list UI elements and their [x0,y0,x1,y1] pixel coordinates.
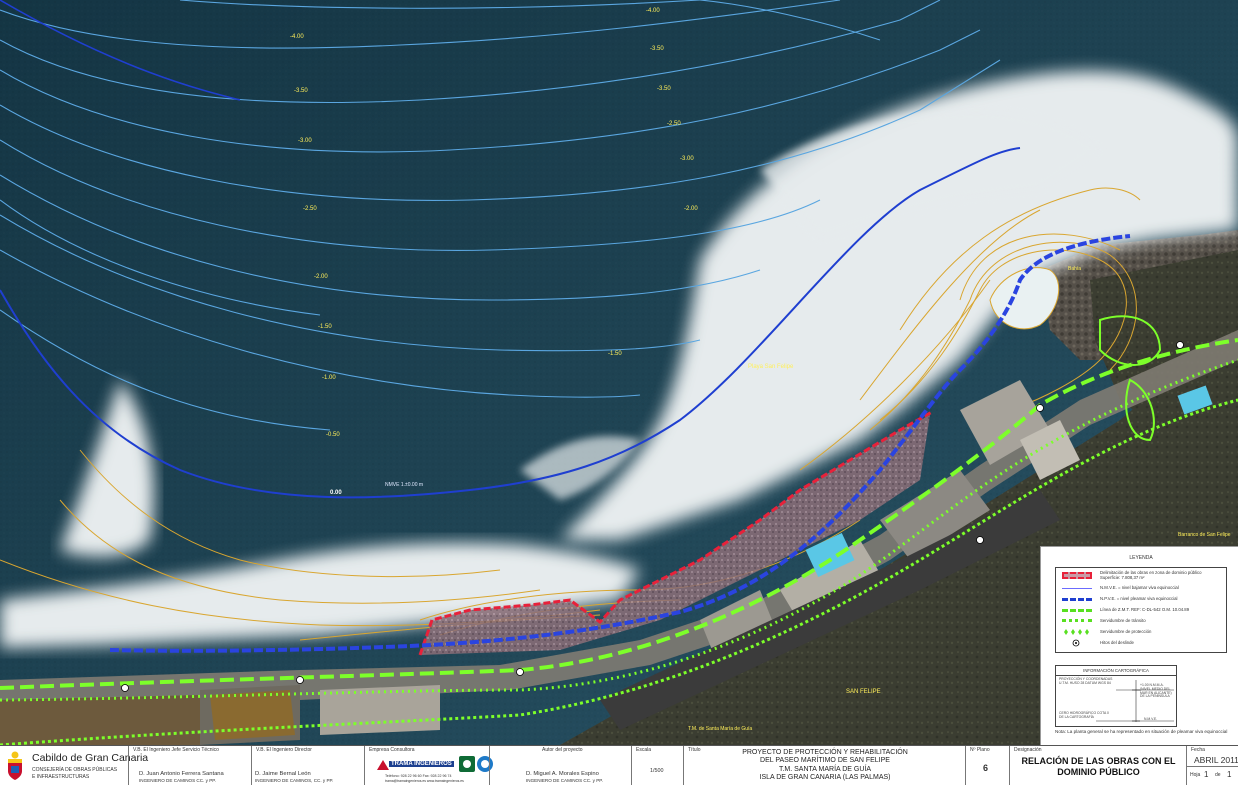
legend-text: Superficie: 7.808,37 m² [1100,575,1145,580]
depth-label: -2.00 [684,206,698,212]
legend-text: Línea de Z.M.T. REF: C-DL-542 O.M. 10.04… [1100,606,1190,612]
vb-jefe-title: INGENIERO DE CAMINOS CC. y PP. [139,778,217,783]
org-sub2: E INFRAESTRUCTURAS [32,774,90,780]
legend-text: Servidumbre de tránsito [1100,617,1146,623]
trama-logo-icon [377,760,389,770]
depth-label: -3.50 [650,46,664,52]
depth-label: -4.00 [290,34,304,40]
place-bahia: Bahía [1068,266,1081,272]
vb-jefe-name: D. Juan Antonio Ferrera Santana [139,771,224,777]
fecha-label: Fecha [1191,747,1205,753]
hoja-label: Hoja [1190,772,1201,778]
place-playa: Playa San Felipe [748,364,794,370]
legend-text: Servidumbre de protección [1100,628,1152,634]
depth-label: -1.50 [608,351,622,357]
empresa-cell: Empresa Consultora TRAMA INGENIEROS Telé… [364,746,493,785]
titulo-line4: ISLA DE GRAN CANARIA (LAS PALMAS) [759,774,891,782]
org-sub1: CONSEJERÍA DE OBRAS PÚBLICAS [32,767,118,773]
circle-dot-icon [1060,639,1096,647]
thin-line-icon [1060,584,1096,592]
hoja-total: 1 [1227,770,1232,779]
depth-label: -2.50 [667,121,681,127]
map-legend: LEYENDA Delimitación de las obras en zon… [1040,546,1238,746]
legend-title: LEYENDA [1129,555,1153,561]
depth-label: -3.50 [657,86,671,92]
escala-label: Escala [636,747,652,753]
vb-director-label: V.B. El Ingeniero Director [256,747,312,753]
designacion-line1: RELACIÓN DE LAS OBRAS CON EL [1021,756,1176,766]
autor-label: Autor del proyecto [542,747,583,753]
titulo-cell: Título PROYECTO DE PROTECCIÓN Y REHABILI… [683,746,965,785]
vb-director-title: INGENIERO DE CAMINOS, CC. y PP. [255,778,334,783]
legend-text: N.P.V.E. = nivel pleamar viva equinoccia… [1100,595,1178,601]
empresa-label: Empresa Consultora [369,747,415,753]
legend-item: N.P.V.E. = nivel pleamar viva equinoccia… [1060,595,1178,603]
nplano-label: Nº Plano [970,747,990,753]
titulo-line2: DEL PASEO MARÍTIMO DE SAN FELIPE [760,757,890,765]
vb-director-cell: V.B. El Ingeniero Director D. Jaime Bern… [251,746,364,785]
green-dot-icon [1060,617,1096,625]
empresa-contact: Teléfono: 928 22 96 60 Fax: 928 22 96 74 [385,774,452,778]
vb-jefe-label: V.B. El Ingeniero Jefe Servicio Técnico [133,747,219,753]
legend-item: Hitos del deslinde [1060,639,1134,647]
blue-dash-icon [1060,595,1096,603]
place-tm: T.M. de Santa María de Guía [688,726,752,732]
designacion-cell: Designación RELACIÓN DE LAS OBRAS CON EL… [1009,746,1186,785]
titulo-line3: T.M. SANTA MARÍA DE GUÍA [778,765,872,773]
nplano-value: 6 [983,763,989,773]
nplano-cell: Nº Plano 6 [965,746,1009,785]
legend-item: Delimitación de las obras en zona de dom… [1060,571,1202,580]
autor-title: INGENIERO DE CAMINOS CC. y PP. [526,778,604,783]
coat-of-arms-icon [8,751,22,780]
hoja-de: de [1215,772,1221,778]
depth-label: -4.00 [646,8,660,14]
nmve-label: NMVE 1.±0.00 m [385,482,423,488]
depth-label: -3.00 [298,138,312,144]
vb-director-name: D. Jaime Bernal León [255,771,311,777]
green-diamond-icon [1060,628,1096,636]
org-cell: Cabildo de Gran Canaria CONSEJERÍA DE OB… [0,746,148,785]
legend-item: Servidumbre de protección [1060,628,1151,636]
cartographic-info: INFORMACIÓN CARTOGRÁFICA PROYECCIÓN Y CO… [1055,665,1177,727]
place-san-felipe: SAN FELIPE [846,689,881,695]
red-polygon-icon [1060,572,1096,580]
depth-label: 0.00 [330,490,342,496]
legend-note: Nota: La planta general se ha representa… [1055,729,1228,734]
depth-label: -3.50 [294,88,308,94]
legend-item: Servidumbre de tránsito [1060,617,1146,625]
depth-label: -3.00 [680,156,694,162]
depth-label: -2.50 [303,206,317,212]
vb-jefe-cell: V.B. El Ingeniero Jefe Servicio Técnico … [128,746,251,785]
iso-badge-icon [459,756,475,772]
title-block: Cabildo de Gran Canaria CONSEJERÍA DE OB… [0,745,1238,785]
depth-label: -1.00 [322,375,336,381]
empresa-web: trama@tramaingenieros.es www.tramaingeni… [385,779,464,783]
escala-cell: Escala 1/500 [631,746,683,785]
escala-value: 1/500 [650,768,664,774]
depth-label: -2.00 [314,274,328,280]
autor-cell: Autor del proyecto D. Miguel A. Morales … [489,746,631,785]
legend-box: LEYENDA Delimitación de las obras en zon… [1055,555,1227,653]
legend-text: N.M.V.E. = nivel bajamar viva equinoccia… [1100,584,1179,590]
designacion-label: Designación [1014,747,1042,753]
legend-text: Hitos del deslinde [1100,639,1134,645]
legend-item: N.M.V.E. = nivel bajamar viva equinoccia… [1060,584,1179,592]
datum-diagram [1096,680,1174,722]
depth-label: -1.50 [318,324,332,330]
green-dash-icon [1060,606,1096,614]
designacion-line2: DOMINIO PÚBLICO [1057,767,1140,777]
fecha-cell: Fecha ABRIL 2011 Hoja 1 de 1 [1186,746,1238,785]
fecha-value: ABRIL 2011 [1194,755,1238,765]
hoja-num: 1 [1204,770,1209,779]
empresa-name: TRAMA INGENIEROS [389,761,454,767]
autor-name: D. Miguel A. Morales Espino [526,771,599,777]
place-barranco: Barranco de San Felipe [1178,532,1231,538]
legend-item: Línea de Z.M.T. REF: C-DL-542 O.M. 10.04… [1060,606,1189,614]
depth-label: -0.50 [326,432,340,438]
